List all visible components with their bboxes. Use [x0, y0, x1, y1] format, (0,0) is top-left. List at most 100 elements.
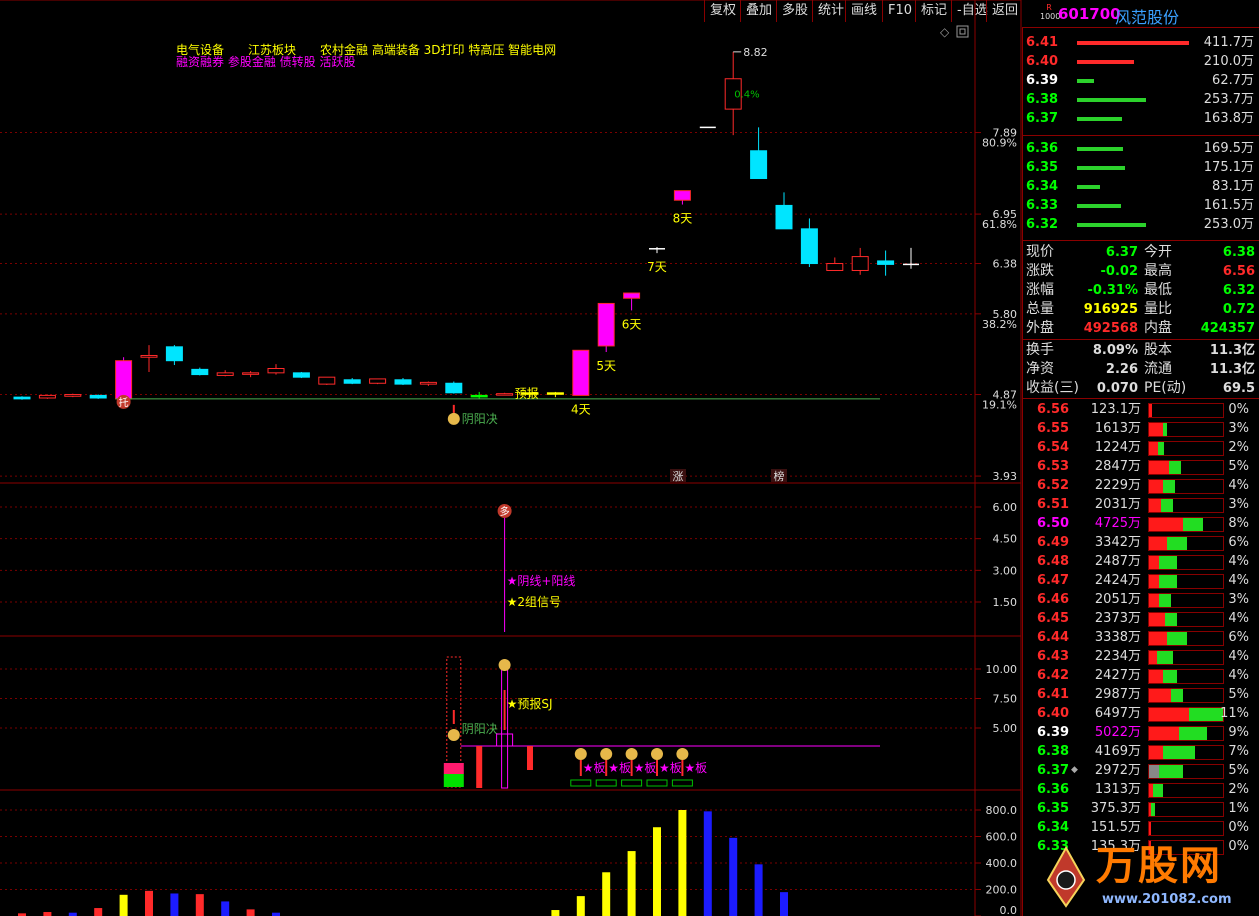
ind1-tick-label: 6.00 [993, 501, 1018, 514]
price-volume-row[interactable]: 6.51 2031万 3% [1023, 495, 1259, 514]
price-volume-row[interactable]: 6.54 1224万 2% [1023, 438, 1259, 457]
pv-price: 6.42 [1037, 668, 1070, 683]
orderbook-row[interactable]: 6.37 163.8万 [1022, 109, 1258, 128]
candle-body [572, 349, 590, 396]
price-volume-row[interactable]: 6.35 375.3万 1% [1023, 799, 1259, 818]
volume-bar [754, 864, 763, 916]
high-price-label: 8.82 [743, 46, 768, 59]
price-volume-row[interactable]: 6.45 2373万 4% [1023, 609, 1259, 628]
price-volume-row[interactable]: 6.52 2229万 4% [1023, 476, 1259, 495]
price-volume-row[interactable]: 6.44 3338万 6% [1023, 628, 1259, 647]
pv-bar-frame [1148, 441, 1224, 456]
pv-volume: 4725万 [1094, 516, 1141, 531]
fund-label: 股本 [1144, 342, 1172, 358]
candle-body [394, 379, 412, 385]
volume-bar [780, 892, 788, 916]
fund-label: 净资 [1026, 361, 1054, 377]
concepts-line2: 融资融券 参股金融 债转股 活跃股 [176, 54, 355, 69]
volume-bar [145, 890, 153, 916]
pv-percent: 4% [1228, 668, 1249, 683]
candle-body [292, 372, 310, 378]
yubao-label: 预报 [515, 386, 539, 401]
quote-value: 6.38 [1222, 245, 1255, 260]
price-volume-row[interactable]: 6.50 4725万 8% [1023, 514, 1259, 533]
volume-bars [18, 810, 788, 916]
price-volume-row[interactable]: 6.41 2987万 5% [1023, 685, 1259, 704]
quote-value: 6.56 [1222, 264, 1255, 279]
window-restore-icon[interactable] [956, 25, 969, 38]
price-volume-row[interactable]: 6.43 2234万 4% [1023, 647, 1259, 666]
moneybag-icon [651, 748, 663, 760]
pv-bar-red [1149, 822, 1151, 835]
ind2-bar-red [443, 763, 464, 774]
volume-axis: 800.0 600.0 400.0 200.0 0.0 [975, 804, 1017, 916]
orderbook-row[interactable]: 6.39 62.7万 [1022, 71, 1258, 90]
day-count-label: 7天 [647, 260, 667, 274]
pv-volume: 151.5万 [1090, 820, 1141, 835]
price-volume-row[interactable]: 6.46 2051万 3% [1023, 590, 1259, 609]
orderbook-row[interactable]: 6.33 161.5万 [1022, 196, 1258, 215]
volume-bar [221, 901, 230, 916]
orderbook-row[interactable]: 6.38 253.7万 [1022, 90, 1258, 109]
price-volume-row[interactable]: 6.53 2847万 5% [1023, 457, 1259, 476]
pv-bar-frame [1148, 745, 1224, 760]
price-volume-row[interactable]: 6.49 3342万 6% [1023, 533, 1259, 552]
pv-bar-red [1149, 575, 1159, 588]
candle-body [877, 260, 895, 265]
pv-bar-frame [1148, 479, 1224, 494]
pv-percent: 5% [1228, 459, 1249, 474]
pv-bar-red [1149, 670, 1163, 683]
orderbook-volume: 253.7万 [1203, 92, 1254, 107]
candle-body [267, 368, 285, 374]
stock-chart-window: 复权 叠加 多股 统计 画线 F10 标记 -自选 返回 ◇ 电气设备 江苏板块… [0, 0, 1259, 916]
price-volume-row[interactable]: 6.40 6497万 11% [1023, 704, 1259, 723]
price-volume-row[interactable]: 6.39 5022万 9% [1023, 723, 1259, 742]
price-volume-row[interactable]: 6.47 2424万 4% [1023, 571, 1259, 590]
cluster-icon [498, 659, 511, 671]
pv-volume: 1313万 [1094, 782, 1141, 797]
orderbook-row[interactable]: 6.34 83.1万 [1022, 177, 1258, 196]
fund-label: 收益(三) [1026, 380, 1079, 396]
candle-body [13, 396, 31, 400]
pv-bar-green [1158, 442, 1164, 455]
price-volume-row[interactable]: 6.38 4169万 7% [1023, 742, 1259, 761]
price-volume-row[interactable]: 6.37 2972万 5% ◆ [1023, 761, 1259, 780]
price-volume-row[interactable]: 6.55 1613万 3% [1023, 419, 1259, 438]
orderbook-row[interactable]: 6.40 210.0万 [1022, 52, 1258, 71]
orderbook-row[interactable]: 6.32 253.0万 [1022, 215, 1258, 234]
price-volume-row[interactable]: 6.34 151.5万 0% [1023, 818, 1259, 837]
pct-tick-label: 61.8% [982, 218, 1017, 231]
pct-tick-label: 38.2% [982, 318, 1017, 331]
volume-bar [602, 872, 611, 916]
orderbook-volume: 161.5万 [1203, 198, 1254, 213]
orderbook-row[interactable]: 6.36 169.5万 [1022, 139, 1258, 158]
pv-bar-frame [1148, 821, 1224, 836]
candle-body [546, 392, 564, 395]
orderbook-price: 6.34 [1026, 179, 1059, 194]
diamond-icon[interactable]: ◇ [940, 25, 950, 39]
pv-bar-red [1149, 461, 1169, 474]
price-volume-row[interactable]: 6.56 123.1万 0% [1023, 400, 1259, 419]
price-volume-row[interactable]: 6.36 1313万 2% [1023, 780, 1259, 799]
pv-volume: 2972万 [1094, 763, 1141, 778]
quote-label: 涨幅 [1026, 282, 1054, 298]
orderbook-price: 6.38 [1026, 92, 1059, 107]
orderbook-row[interactable]: 6.35 175.1万 [1022, 158, 1258, 177]
orderbook-bar [1077, 60, 1135, 64]
price-volume-row[interactable]: 6.48 2487万 4% [1023, 552, 1259, 571]
orderbook-volume: 163.8万 [1203, 111, 1254, 126]
ind2-yinyang-label: 阴阳决 [462, 722, 498, 736]
pv-price: 6.52 [1037, 478, 1070, 493]
orderbook-row[interactable]: 6.41 411.7万 [1022, 33, 1258, 52]
candle-body [470, 394, 488, 398]
fund-value: 11.3亿 [1209, 343, 1255, 358]
price-volume-row[interactable]: 6.42 2427万 4% [1023, 666, 1259, 685]
pv-price: 6.48 [1037, 554, 1070, 569]
quote-label: 外盘 [1026, 320, 1054, 336]
pv-volume: 2424万 [1094, 573, 1141, 588]
chart-area: ◇ 电气设备 江苏板块 农村金融 高端装备 3D打印 特高压 智能电网 融资融券… [0, 0, 1022, 916]
pv-bar-green [1183, 518, 1203, 531]
pv-volume: 2051万 [1094, 592, 1141, 607]
volume-bar [678, 810, 687, 916]
ind1-tick-label: 4.50 [993, 533, 1018, 546]
